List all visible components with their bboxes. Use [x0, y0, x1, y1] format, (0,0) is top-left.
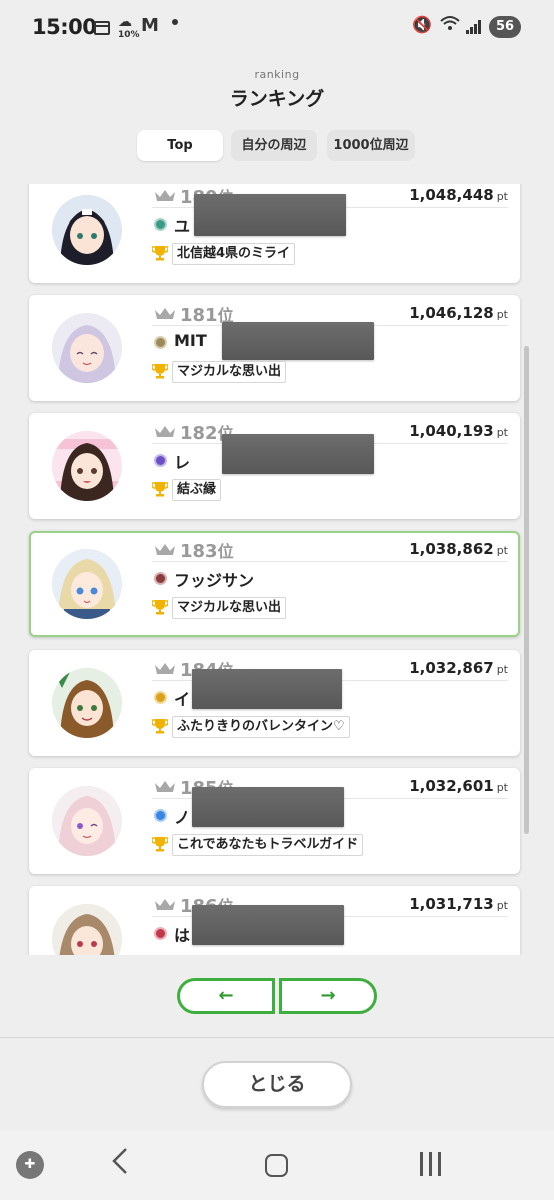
- player-name: レ: [174, 453, 191, 472]
- tab-top[interactable]: Top: [137, 130, 223, 161]
- score: 1,038,862 pt: [409, 540, 508, 558]
- score: 1,031,713 pt: [409, 895, 508, 913]
- pager: ← →: [177, 978, 377, 1014]
- trophy-icon: [152, 719, 168, 734]
- emblem-icon: [154, 927, 167, 940]
- score: 1,032,867 pt: [409, 659, 508, 677]
- emblem-icon: [154, 336, 167, 349]
- trophy-icon: [152, 837, 168, 852]
- crown-icon: [155, 308, 175, 319]
- ranking-card[interactable]: 180位 1,048,448pt ユ 北信越4県のミライ: [29, 184, 520, 283]
- crown-icon: [155, 781, 175, 792]
- mute-icon: 🔇: [412, 15, 432, 34]
- title-badge: マジカルな思い出: [172, 597, 287, 619]
- calendar-icon: [94, 21, 110, 35]
- emblem-icon: [154, 218, 167, 231]
- trophy-icon: [152, 246, 168, 261]
- crown-icon: [155, 426, 175, 437]
- title-badge: マジカルな思い出: [172, 361, 287, 383]
- weather-icon: ☁: [118, 14, 132, 30]
- title-badge: これであなたもトラベルガイド: [172, 834, 364, 856]
- ranking-card-self[interactable]: 183位 1,038,862 pt フッジサン マジカルな思い出: [29, 531, 520, 637]
- wifi-icon: [440, 15, 460, 35]
- ranking-card[interactable]: 186位 1,031,713pt は: [29, 886, 520, 955]
- signal-icon: [466, 20, 482, 34]
- close-button[interactable]: とじる: [202, 1061, 352, 1108]
- player-name-row: フッジサン: [152, 566, 508, 592]
- rank-number: 183位: [180, 541, 234, 562]
- system-nav-bar: ✚: [0, 1130, 554, 1200]
- crown-icon: [155, 544, 175, 555]
- avatar: [52, 668, 122, 738]
- status-bar: 15:00 ☁ 10% M 🔇 56: [0, 0, 554, 58]
- title-badge: 北信越4県のミライ: [172, 243, 296, 265]
- crown-icon: [155, 190, 175, 201]
- arrow-right-icon: →: [320, 985, 336, 1006]
- score: 1,032,601 pt: [409, 777, 508, 795]
- ranking-card[interactable]: 184位 1,032,867pt イ ふたりきりのバレンタイン♡: [29, 650, 520, 756]
- title-badge: 結ぶ縁: [172, 479, 222, 501]
- status-time: 15:00: [32, 15, 97, 39]
- trophy-icon: [152, 600, 168, 615]
- redaction-box: [194, 194, 346, 236]
- redaction-box: [192, 905, 344, 945]
- ranking-card[interactable]: 185位 1,032,601pt ノ これであなたもトラベルガイド: [29, 768, 520, 874]
- page-subtitle: ranking: [254, 68, 300, 81]
- emblem-icon: [154, 691, 167, 704]
- rank-row: 183位 1,038,862 pt: [152, 538, 508, 562]
- trophy-icon: [152, 364, 168, 379]
- mail-icon: M: [141, 15, 159, 36]
- avatar: [52, 431, 122, 501]
- game-launcher-icon[interactable]: ✚: [16, 1151, 44, 1179]
- player-name: フッジサン: [174, 571, 255, 590]
- crown-icon: [155, 899, 175, 910]
- player-name-row: イ: [152, 669, 508, 711]
- redaction-box: [222, 434, 374, 474]
- player-name-row: レ: [152, 434, 508, 474]
- score: 1,040,193 pt: [409, 422, 508, 440]
- player-name: MIT: [174, 331, 207, 350]
- emblem-icon: [154, 572, 167, 585]
- divider: [0, 1037, 554, 1038]
- player-name: ユ: [174, 217, 191, 236]
- page-title: ランキング: [229, 88, 325, 110]
- trophy-icon: [152, 482, 168, 497]
- avatar: [52, 313, 122, 383]
- player-name-row: ノ: [152, 787, 508, 829]
- player-name: は: [174, 926, 191, 945]
- ranking-card[interactable]: 182位 1,040,193pt レ 結ぶ縁: [29, 413, 520, 519]
- crown-icon: [155, 663, 175, 674]
- ranking-card[interactable]: 181位 1,046,128 pt MIT マジカルな思い出: [29, 295, 520, 401]
- home-icon[interactable]: [265, 1154, 288, 1177]
- player-name-row: ユ: [152, 194, 508, 238]
- battery-badge: 56: [489, 16, 521, 38]
- avatar: [52, 904, 122, 955]
- tab-around-1000[interactable]: 1000位周辺: [327, 130, 415, 161]
- emblem-icon: [154, 454, 167, 467]
- arrow-left-icon: ←: [218, 985, 234, 1006]
- redaction-box: [222, 322, 374, 360]
- player-name-row: は: [152, 905, 508, 947]
- score: 1,046,128 pt: [409, 304, 508, 322]
- avatar: [52, 786, 122, 856]
- player-name-row: MIT: [152, 322, 508, 360]
- list-scrollbar[interactable]: [524, 346, 529, 834]
- score: 1,048,448 pt: [409, 186, 508, 204]
- player-name: イ: [174, 690, 191, 709]
- redaction-box: [192, 669, 342, 709]
- weather-percent: 10%: [118, 30, 140, 40]
- prev-page-button[interactable]: ←: [177, 978, 275, 1014]
- ranking-list[interactable]: 180位 1,048,448pt ユ 北信越4県のミライ 181位 1,046,…: [0, 184, 554, 955]
- notification-dot-icon: [172, 19, 178, 25]
- title-badge: ふたりきりのバレンタイン♡: [172, 716, 350, 738]
- redaction-box: [192, 787, 344, 827]
- tab-my-neighborhood[interactable]: 自分の周辺: [231, 130, 317, 161]
- emblem-icon: [154, 809, 167, 822]
- avatar: [52, 549, 122, 619]
- next-page-button[interactable]: →: [279, 978, 377, 1014]
- player-name: ノ: [174, 808, 191, 827]
- avatar: [52, 195, 122, 265]
- back-icon[interactable]: [110, 1146, 130, 1184]
- recent-apps-icon[interactable]: [420, 1152, 444, 1176]
